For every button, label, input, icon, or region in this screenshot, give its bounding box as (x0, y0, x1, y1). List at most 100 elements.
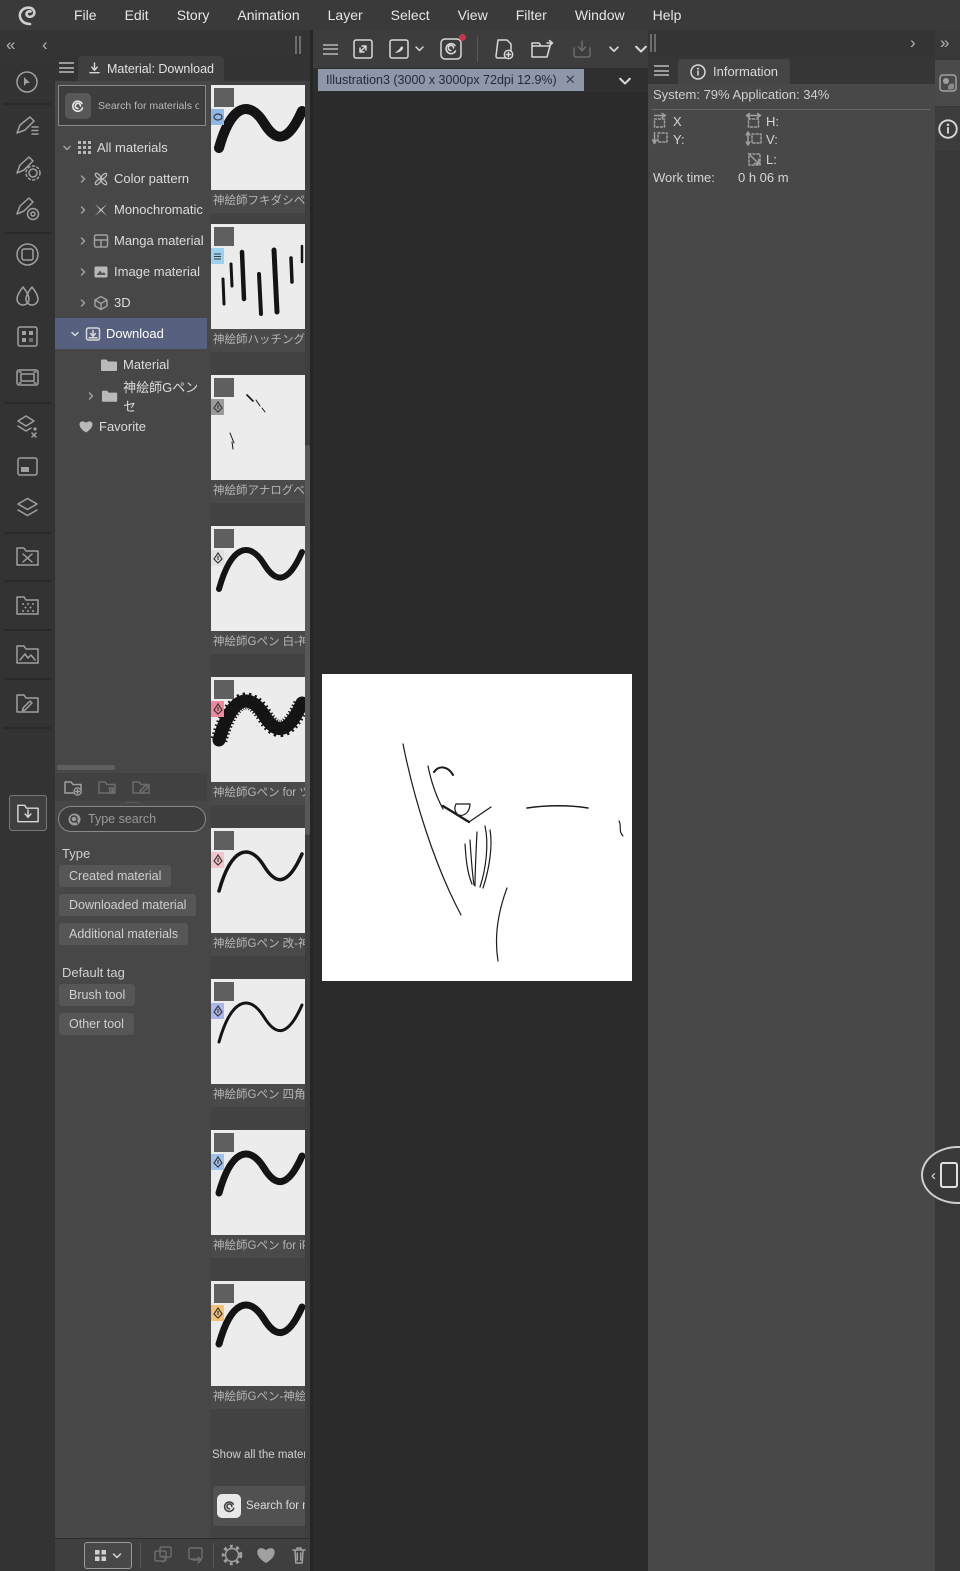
edit-folder-button[interactable] (131, 779, 151, 796)
material-label: 神絵師ハッチング-ネ (211, 329, 310, 352)
material-download-tab[interactable]: Material: Download (78, 56, 224, 81)
folder-image-icon[interactable] (14, 642, 41, 666)
tree-item-image-material[interactable]: Image material (55, 256, 207, 287)
material-thumbnail[interactable] (211, 828, 310, 933)
tree-item-manga-material[interactable]: Manga material (55, 225, 207, 256)
menu-bar: File Edit Story Animation Layer Select V… (0, 0, 960, 30)
splitter-dots[interactable]: ····· (119, 799, 145, 807)
delete-folder-button[interactable] (97, 779, 117, 796)
tree-item-color-pattern[interactable]: Color pattern (55, 163, 207, 194)
folder-download-icon[interactable] (15, 801, 41, 825)
layers-icon[interactable] (14, 494, 41, 521)
menu-window[interactable]: Window (561, 0, 639, 30)
new-canvas-icon[interactable] (492, 37, 516, 61)
menu-edit[interactable]: Edit (111, 0, 163, 30)
menu-layer[interactable]: Layer (314, 0, 377, 30)
pen-gear-tool-icon[interactable] (14, 154, 41, 181)
menu-view[interactable]: View (444, 0, 502, 30)
tree-item-material-folder[interactable]: Material (55, 349, 207, 380)
tree-item-monochromatic[interactable]: Monochromatic (55, 194, 207, 225)
material-thumbnail[interactable] (211, 526, 310, 631)
tree-item-3d[interactable]: 3D (55, 287, 207, 318)
material-thumbnail[interactable] (211, 1130, 310, 1235)
tree-item-all-materials[interactable]: All materials (55, 132, 207, 163)
tree-item-download[interactable]: Download (55, 318, 207, 349)
pen-target-tool-icon[interactable] (14, 195, 41, 222)
material-panel-header: Material: Download (55, 55, 310, 81)
gear-icon[interactable] (221, 1544, 243, 1566)
menu-select[interactable]: Select (377, 0, 444, 30)
information-rail-tab[interactable] (935, 107, 960, 151)
save-icon[interactable] (570, 38, 594, 60)
quick-tool-icon[interactable] (388, 38, 410, 60)
document-tab[interactable]: Illustration3 (3000 x 3000px 72dpi 12.9%… (318, 69, 584, 91)
view-mode-button[interactable] (84, 1542, 132, 1569)
pattern-tool-icon[interactable] (14, 323, 41, 350)
material-thumbnail[interactable] (211, 677, 310, 782)
favorite-heart-icon[interactable] (255, 1545, 277, 1565)
tag-created-material[interactable]: Created material (59, 865, 172, 887)
replace-material-button[interactable] (185, 1545, 207, 1565)
tree-item-gpen-folder[interactable]: 神絵師Gペンセ (55, 380, 207, 414)
film-tool-icon[interactable] (14, 364, 41, 391)
type-search-input[interactable] (88, 812, 188, 826)
open-file-icon[interactable] (530, 38, 556, 60)
menu-animation[interactable]: Animation (223, 0, 313, 30)
layer-property-icon[interactable] (14, 412, 41, 439)
material-panel-rail-tab[interactable] (935, 60, 960, 106)
menu-file[interactable]: File (60, 0, 111, 30)
menu-filter[interactable]: Filter (502, 0, 561, 30)
tag-brush-tool[interactable]: Brush tool (59, 984, 136, 1006)
toolbar-menu-handle-icon[interactable] (323, 43, 338, 55)
folder-edit-icon[interactable] (14, 691, 41, 715)
material-thumbnail[interactable] (211, 979, 310, 1084)
tag-downloaded-material[interactable]: Downloaded material (59, 894, 197, 916)
material-thumbnail[interactable] (211, 85, 310, 190)
trash-icon[interactable] (289, 1544, 309, 1566)
folder-color-pattern-icon[interactable] (14, 544, 41, 568)
tree-item-favorite[interactable]: Favorite (55, 411, 207, 442)
canvas-area[interactable] (313, 92, 648, 1571)
fit-screen-icon[interactable] (352, 38, 374, 60)
show-all-materials-link[interactable]: Show all the materials (212, 1449, 309, 1461)
panel-drag-handle[interactable] (650, 34, 656, 52)
chevron-down-icon[interactable] (414, 45, 425, 53)
material-panel: Material: Download Search for materials … (55, 55, 310, 1571)
material-thumbnail[interactable] (211, 375, 310, 480)
information-tab[interactable]: Information (678, 59, 791, 84)
frame-tool-icon[interactable] (14, 241, 41, 268)
material-thumbnail[interactable] (211, 1281, 310, 1386)
menu-story[interactable]: Story (163, 0, 224, 30)
clip-studio-assets-icon (65, 92, 91, 119)
panel-menu-handle-icon[interactable] (59, 62, 74, 73)
chevron-down-icon[interactable] (608, 45, 620, 54)
search-materials-button[interactable]: Search for mat (213, 1486, 308, 1526)
material-bottom-bar (55, 1538, 310, 1571)
paste-to-canvas-button[interactable] (152, 1545, 174, 1565)
collapse-right-icon[interactable]: › (910, 30, 916, 56)
layer-thumbnail-icon[interactable] (14, 453, 41, 480)
panel-drag-handle[interactable] (295, 36, 301, 54)
tree-hscrollbar[interactable] (57, 765, 115, 770)
width-icon (745, 112, 762, 128)
new-folder-button[interactable] (63, 779, 83, 796)
close-tab-icon[interactable]: ✕ (565, 72, 576, 88)
blend-tool-icon[interactable] (14, 282, 41, 309)
chevron-down-icon[interactable] (634, 44, 648, 55)
material-thumbnail[interactable] (211, 224, 310, 329)
info-icon (937, 119, 958, 139)
pen-list-tool-icon[interactable] (14, 113, 41, 140)
tab-list-chevron-icon[interactable] (618, 76, 632, 87)
tag-other-tool[interactable]: Other tool (59, 1013, 134, 1035)
tag-additional-materials[interactable]: Additional materials (59, 923, 189, 945)
document-page[interactable] (322, 674, 632, 981)
clip-studio-button[interactable] (439, 37, 463, 61)
operation-tool-icon[interactable] (14, 69, 41, 96)
panel-menu-handle-icon[interactable] (654, 65, 669, 76)
collapse-all-left-icon[interactable]: « (6, 32, 15, 58)
menu-help[interactable]: Help (639, 0, 696, 30)
search-assets-button[interactable]: Search for materials on AS (58, 85, 206, 126)
collapse-all-right-icon[interactable]: » (940, 30, 949, 56)
folder-monochrome-icon[interactable] (14, 593, 41, 617)
collapse-left-icon[interactable]: ‹ (42, 32, 48, 58)
